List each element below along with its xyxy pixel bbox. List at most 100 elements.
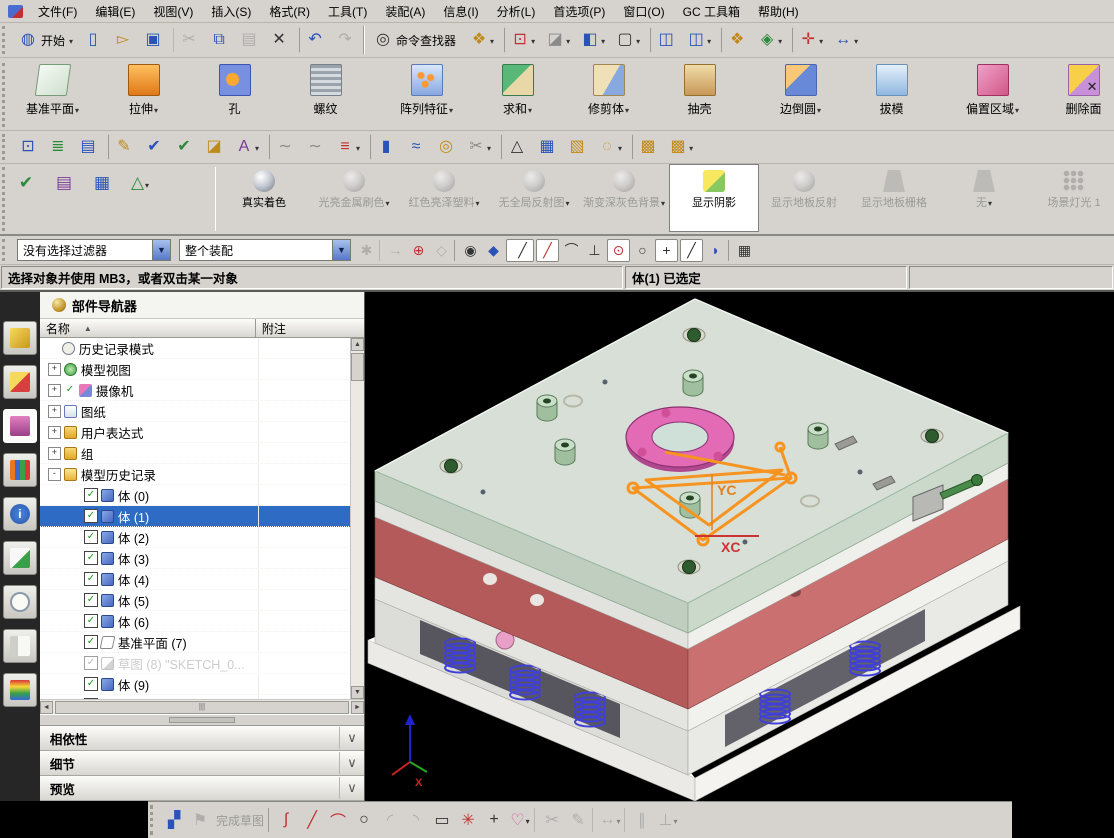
profile-icon[interactable]: ∫: [268, 808, 298, 832]
tag-note-icon[interactable]: ✎: [108, 134, 138, 160]
panel-splitter[interactable]: [40, 714, 364, 726]
tree-row[interactable]: 摄像机: [40, 380, 351, 401]
feature-button[interactable]: 修剪体: [563, 60, 654, 124]
render-mode-button[interactable]: 真实着色: [219, 164, 309, 232]
scroll-down-icon[interactable]: ▼: [351, 686, 364, 699]
tree-row[interactable]: 体 (10): [40, 695, 351, 699]
show-hide-icon[interactable]: ▦: [84, 167, 120, 199]
scrollbar-thumb[interactable]: [351, 353, 364, 381]
expand-toggle[interactable]: [48, 363, 61, 376]
orient-view-cube-icon[interactable]: ◧: [576, 27, 609, 53]
tree-row[interactable]: 模型历史记录: [40, 464, 351, 485]
intersection-snap-icon[interactable]: +: [655, 239, 678, 262]
system-materials[interactable]: [3, 673, 37, 707]
window-style-icon[interactable]: ▢: [611, 27, 644, 53]
arc-snap-icon[interactable]: ⌒: [561, 240, 582, 261]
scroll-right-icon[interactable]: ►: [351, 701, 364, 714]
tree-row[interactable]: 组: [40, 443, 351, 464]
cut-icon[interactable]: ✂: [173, 27, 203, 53]
unlock-cube-icon[interactable]: ▩: [664, 134, 697, 160]
reuse-library[interactable]: [3, 453, 37, 487]
menu-item[interactable]: 工具(T): [319, 1, 376, 22]
folder-points-icon[interactable]: ▧: [563, 134, 591, 160]
clip-section-edit-icon[interactable]: ◫: [682, 27, 715, 53]
render-mode-button[interactable]: 红色亮泽塑料: [399, 164, 489, 232]
snap-rotate-icon[interactable]: ⊕: [408, 240, 429, 261]
view-orient-icon[interactable]: △: [122, 167, 158, 199]
chamfer-icon[interactable]: ◝: [404, 808, 428, 832]
spring-icon[interactable]: ▮: [370, 134, 400, 160]
part-navigator[interactable]: [3, 409, 37, 443]
point-on-curve-snap-icon[interactable]: ╱: [680, 239, 703, 262]
tree-row[interactable]: 体 (3): [40, 548, 351, 569]
update-display-icon[interactable]: ✔: [8, 167, 44, 199]
palette-icon[interactable]: ❖: [721, 27, 751, 53]
examine-geometry-icon[interactable]: ✔: [140, 134, 168, 160]
menu-item[interactable]: 信息(I): [434, 1, 487, 22]
history-palette[interactable]: [3, 585, 37, 619]
visibility-checkbox[interactable]: [84, 614, 98, 628]
visibility-checkbox[interactable]: [84, 593, 98, 607]
visibility-checkbox[interactable]: [84, 530, 98, 544]
expand-toggle[interactable]: [48, 447, 61, 460]
scroll-left-icon[interactable]: ◄: [40, 701, 53, 714]
feature-button[interactable]: 删除面: [1038, 60, 1114, 124]
triangle-icon[interactable]: △: [501, 134, 531, 160]
vertical-scrollbar[interactable]: ▲ ▼: [350, 338, 364, 699]
render-mode-button[interactable]: 光亮金属刷色: [309, 164, 399, 232]
visibility-checkbox[interactable]: [84, 509, 98, 523]
feature-button[interactable]: 孔: [189, 60, 280, 124]
snap-move-icon[interactable]: ◇: [431, 240, 452, 261]
tree-row[interactable]: 草图 (8) "SKETCH_0...: [40, 653, 351, 674]
undo-icon[interactable]: ↶: [299, 27, 329, 53]
feature-button[interactable]: 边倒圆: [750, 60, 846, 124]
collapsible-panel-header[interactable]: 细节 ∨: [40, 751, 364, 776]
column-note[interactable]: 附注: [256, 319, 364, 337]
curve-b-icon[interactable]: ∼: [301, 134, 329, 160]
paste-icon[interactable]: ▤: [235, 27, 263, 53]
pick-list-icon[interactable]: ≡: [331, 134, 364, 160]
selection-filter-combo[interactable]: 没有选择过滤器 ▼: [17, 239, 171, 261]
command-finder-button[interactable]: ◎ 命令查找器: [369, 27, 463, 53]
quick-trim-icon[interactable]: ✂: [534, 808, 564, 832]
roles-palette[interactable]: [3, 629, 37, 663]
washer-icon[interactable]: ◎: [432, 134, 460, 160]
perpendicular-constraint-icon[interactable]: ⊥: [656, 808, 680, 832]
feature-button[interactable]: 拉伸: [98, 60, 189, 124]
table-icon[interactable]: ▦: [533, 134, 561, 160]
menu-item[interactable]: 文件(F): [29, 1, 86, 22]
feature-button[interactable]: 拔模: [846, 60, 937, 124]
feature-button[interactable]: 基准平面: [7, 60, 98, 124]
tree-row[interactable]: 用户表达式: [40, 422, 351, 443]
graphics-viewport[interactable]: YC XC X: [365, 292, 1114, 801]
tree-row[interactable]: 体 (2): [40, 527, 351, 548]
shaded-view-icon[interactable]: ◪: [541, 27, 574, 53]
quick-extend-icon[interactable]: ✎: [566, 808, 590, 832]
snap-handle-icon[interactable]: →: [379, 240, 406, 261]
copy-icon[interactable]: ⧉: [205, 27, 233, 53]
feature-button[interactable]: 阵列特征: [376, 60, 472, 124]
visibility-checkbox[interactable]: [84, 698, 98, 699]
expand-toggle[interactable]: [48, 468, 61, 481]
studio-spline-icon[interactable]: ♡: [508, 808, 532, 832]
toolbar-grip[interactable]: [2, 63, 5, 127]
collapsible-panel-header[interactable]: 预览 ∨: [40, 776, 364, 801]
parallel-constraint-icon[interactable]: ∥: [624, 808, 654, 832]
tree-row[interactable]: 体 (0): [40, 485, 351, 506]
fit-view-icon[interactable]: ⊡: [504, 27, 539, 53]
expand-toggle[interactable]: [48, 426, 61, 439]
solid-snap-icon[interactable]: ◆: [483, 240, 504, 261]
grid-snap-icon[interactable]: ▦: [728, 240, 755, 261]
feature-button[interactable]: 螺纹: [280, 60, 371, 124]
selection-scope-combo[interactable]: 整个装配 ▼: [179, 239, 351, 261]
chevron-down-icon[interactable]: ▼: [332, 240, 350, 260]
scrollbar-thumb[interactable]: |||: [55, 701, 349, 714]
assembly-navigator[interactable]: [3, 321, 37, 355]
chevron-down-icon[interactable]: ∨: [339, 727, 364, 749]
line-icon[interactable]: ╱: [300, 808, 324, 832]
render-mode-button[interactable]: 无: [939, 164, 1029, 232]
chevron-down-icon[interactable]: ∨: [339, 777, 364, 799]
arc-icon[interactable]: ⌒: [326, 808, 350, 832]
redo-icon[interactable]: ↷: [331, 27, 359, 53]
toolbar-grip[interactable]: [2, 167, 5, 231]
